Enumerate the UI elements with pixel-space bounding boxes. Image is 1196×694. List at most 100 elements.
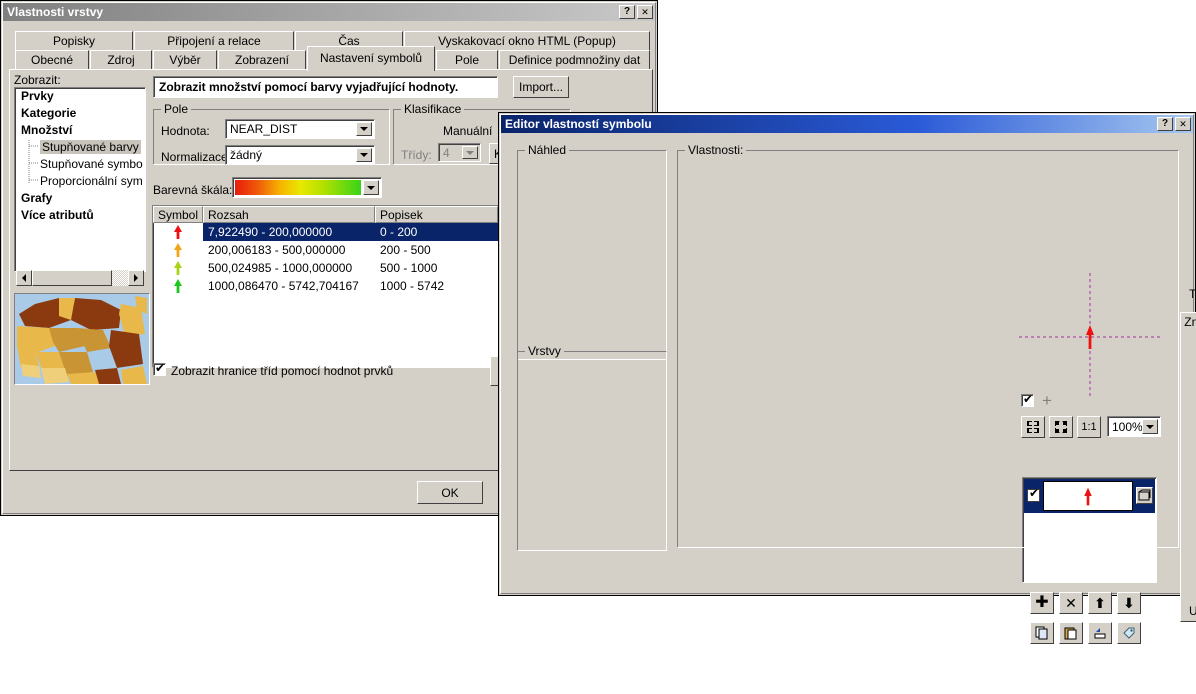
row-symbol[interactable] [153, 241, 203, 259]
tree-item-mnozstvi[interactable]: Množství [21, 123, 72, 137]
move-down-button[interactable]: ⬇ [1117, 592, 1141, 614]
classification-method: Manuální [443, 124, 493, 138]
tab-vyber[interactable]: Výběr [153, 50, 217, 70]
tab-definice-podmnoziny[interactable]: Definice podmnožiny dat [499, 50, 650, 70]
plus-icon: ✚ [1035, 594, 1049, 611]
tree-item-proporcionalni-symboly[interactable]: Proporcionální symboly [40, 174, 143, 188]
column-header-rozsah[interactable]: Rozsah [203, 206, 375, 223]
row-range: 1000,086470 - 5742,704167 [208, 279, 359, 293]
tab-zdroj[interactable]: Zdroj [90, 50, 152, 70]
row-symbol[interactable] [153, 223, 203, 241]
undo-icon [1094, 628, 1106, 639]
tree-scroll-right-button[interactable] [128, 270, 144, 286]
add-layer-button[interactable]: ✚ [1030, 592, 1054, 614]
tab-zobrazeni[interactable]: Zobrazení [218, 50, 306, 70]
type-label: Typ: [1189, 287, 1196, 301]
classes-combo-text: 4 [443, 145, 450, 160]
tab-znakova-znacka[interactable]: Znaková značka [1180, 312, 1196, 333]
layer-properties-title: Vlastnosti vrstvy [7, 5, 104, 19]
help-button[interactable]: ? [619, 5, 635, 19]
tree-item-stupnovane-barvy[interactable]: Stupňované barvy [40, 140, 141, 154]
properties-group-label: Vlastnosti: [685, 143, 747, 157]
tree-hscrollbar[interactable] [16, 270, 144, 286]
table-rows: 7,922490 - 200,000000 0 - 200 200,006183 -… [153, 223, 498, 367]
row-range: 500,024985 - 1000,000000 [208, 261, 353, 275]
row-symbol[interactable] [153, 277, 203, 295]
table-header-row: Symbol Rozsah Popisek [153, 206, 498, 223]
row-symbol[interactable] [153, 259, 203, 277]
paste-button[interactable] [1059, 622, 1083, 644]
field-group-label: Pole [161, 102, 192, 116]
normalization-label: Normalizace: [161, 150, 232, 164]
move-up-button[interactable]: ⬆ [1088, 592, 1112, 614]
symbol-class-table[interactable]: Symbol Rozsah Popisek 7,922490 - 200,000… [152, 205, 499, 368]
layers-group-label: Vrstvy [525, 344, 564, 358]
tree-scroll-thumb[interactable] [32, 270, 112, 286]
properties-group: Vlastnosti: [677, 143, 1179, 548]
tree-item-kategorie[interactable]: Kategorie [21, 106, 76, 120]
value-combo[interactable]: NEAR_DIST [225, 119, 375, 139]
classification-group-label: Klasifikace [401, 102, 465, 116]
tree-item-grafy[interactable]: Grafy [21, 191, 52, 205]
classes-combo[interactable]: 4 [438, 143, 481, 162]
tree-item-prvky[interactable]: Prvky [21, 89, 54, 103]
layer-properties-titlebar: Vlastnosti vrstvy ? ✕ [3, 3, 655, 21]
tag-icon [1123, 627, 1135, 639]
chevron-down-icon[interactable] [363, 180, 379, 195]
unicode-label: Unicode: [1189, 604, 1196, 618]
chevron-down-icon[interactable] [356, 148, 372, 162]
column-header-symbol[interactable]: Symbol [153, 206, 203, 223]
close-icon[interactable]: ✕ [1175, 117, 1191, 131]
cross-icon: ✕ [1065, 595, 1077, 611]
tab-popisky[interactable]: Popisky [15, 31, 133, 51]
tab-pripojeni-a-relace[interactable]: Připojení a relace [134, 31, 294, 51]
classes-label: Třídy: [401, 148, 432, 162]
row-label: 1000 - 5742 [380, 279, 445, 293]
row-label: 200 - 500 [380, 243, 431, 257]
column-header-popisek[interactable]: Popisek [375, 206, 498, 223]
normalization-combo-text: žádný [230, 148, 263, 162]
close-icon[interactable]: ✕ [637, 5, 653, 19]
copy-button[interactable] [1030, 622, 1054, 644]
inner-tab-page [1180, 332, 1196, 622]
tree-scroll-left-button[interactable] [16, 270, 32, 286]
arrow-up-icon: ⬆ [1094, 595, 1106, 611]
tree-items: Prvky Kategorie Množství Stupňované barv… [17, 89, 143, 257]
renderer-description: Zobrazit množství pomocí barvy vyjadřují… [153, 76, 498, 98]
normalization-combo[interactable]: žádný [225, 145, 375, 165]
show-class-bounds-checkbox[interactable] [153, 361, 166, 376]
preview-group-label: Náhled [525, 143, 570, 157]
show-class-bounds-label: Zobrazit hranice tříd pomocí hodnot prvk… [171, 364, 394, 378]
table-row[interactable]: 7,922490 - 200,000000 0 - 200 [153, 223, 498, 241]
reset-button[interactable] [1088, 622, 1112, 644]
layer-ok-button[interactable]: OK [417, 481, 483, 504]
color-ramp-swatch [235, 180, 361, 195]
row-label: 500 - 1000 [380, 261, 438, 275]
tag-button[interactable] [1117, 622, 1141, 644]
row-label: 0 - 200 [375, 223, 498, 241]
row-range: 7,922490 - 200,000000 [203, 223, 375, 241]
delete-layer-button[interactable]: ✕ [1059, 592, 1083, 614]
import-button[interactable]: Import... [513, 76, 569, 98]
arrow-down-icon: ⬇ [1123, 595, 1135, 611]
chevron-down-icon[interactable] [356, 122, 372, 136]
chevron-down-icon[interactable] [462, 146, 478, 159]
layers-group: Vrstvy [517, 344, 667, 551]
copy-icon [1035, 626, 1048, 640]
table-row[interactable]: 1000,086470 - 5742,704167 1000 - 5742 [153, 277, 498, 295]
row-range: 200,006183 - 500,000000 [208, 243, 346, 257]
tab-obecne[interactable]: Obecné [15, 50, 89, 70]
help-button[interactable]: ? [1157, 117, 1173, 131]
symbol-editor-titlebar: Editor vlastností symbolu ? ✕ [501, 115, 1193, 133]
color-ramp-combo[interactable] [232, 177, 382, 198]
tab-popup-html[interactable]: Vyskakovací okno HTML (Popup) [404, 31, 650, 51]
tab-nastaveni-symbolu[interactable]: Nastavení symbolů [307, 46, 435, 71]
tree-item-vice-atributu[interactable]: Více atributů [21, 208, 94, 222]
table-row[interactable]: 200,006183 - 500,000000 200 - 500 [153, 241, 498, 259]
tree-item-stupnovane-symboly[interactable]: Stupňované symboly [40, 157, 143, 171]
symbol-editor-title: Editor vlastností symbolu [505, 117, 652, 131]
table-row[interactable]: 500,024985 - 1000,000000 500 - 1000 [153, 259, 498, 277]
map-thumbnail-svg [15, 294, 149, 384]
tab-pole[interactable]: Pole [436, 50, 498, 70]
preview-group: Náhled [517, 143, 667, 360]
